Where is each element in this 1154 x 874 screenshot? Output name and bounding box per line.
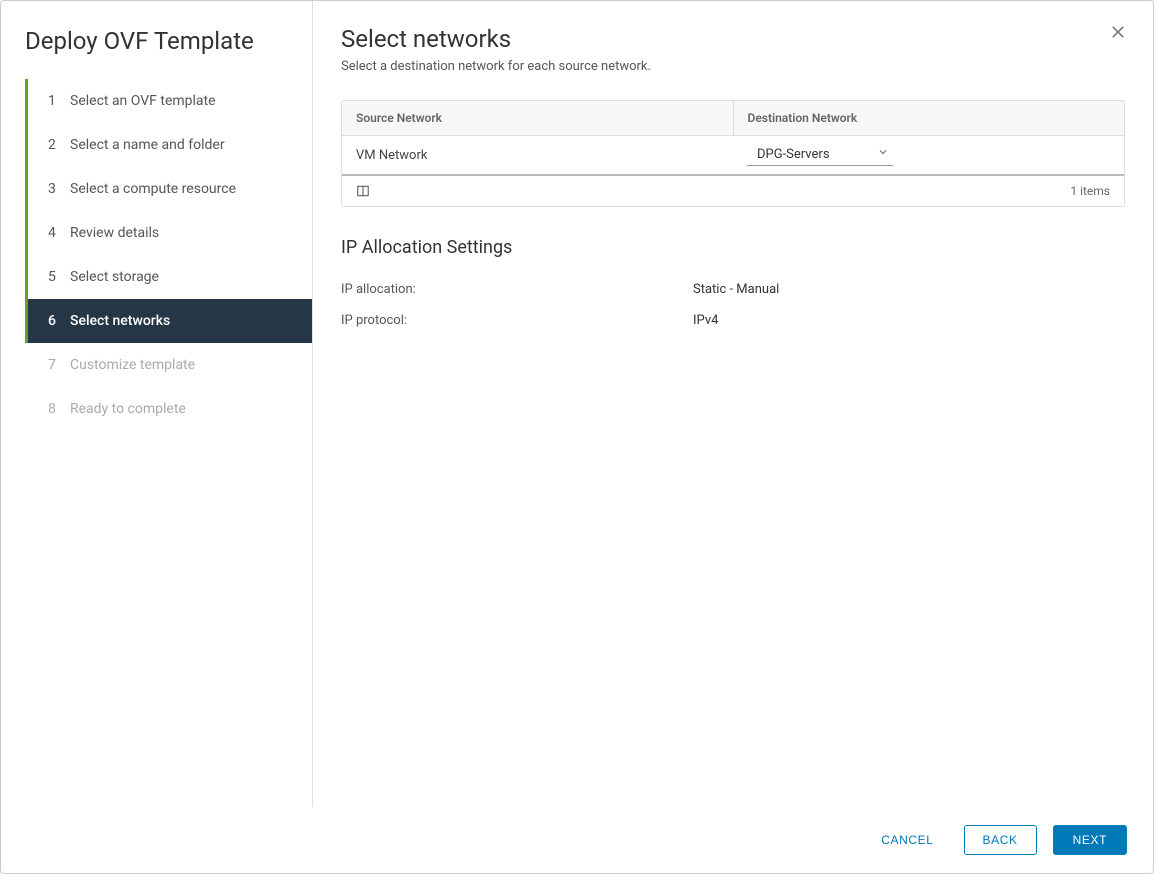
step-select-networks[interactable]: 6 Select networks [25, 299, 312, 343]
destination-network-select[interactable]: DPG-Servers [747, 144, 893, 166]
step-customize-template: 7 Customize template [25, 343, 312, 387]
step-label: Select a name and folder [70, 137, 225, 153]
ip-allocation-row: IP allocation: Static - Manual [341, 274, 1125, 305]
step-label: Select an OVF template [70, 93, 216, 109]
step-select-ovf-template[interactable]: 1 Select an OVF template [25, 79, 312, 123]
select-value: DPG-Servers [757, 147, 830, 162]
ip-allocation-value: Static - Manual [693, 282, 779, 297]
ip-protocol-row: IP protocol: IPv4 [341, 305, 1125, 336]
step-number: 5 [48, 269, 66, 285]
step-select-name-folder[interactable]: 2 Select a name and folder [25, 123, 312, 167]
step-number: 4 [48, 225, 66, 241]
step-label: Review details [70, 225, 159, 241]
step-label: Select storage [70, 269, 159, 285]
wizard-content: Select networks Select a destination net… [313, 1, 1153, 807]
step-number: 3 [48, 181, 66, 197]
header-destination-network: Destination Network [734, 101, 1125, 135]
step-number: 7 [48, 357, 66, 373]
ip-allocation-label: IP allocation: [341, 282, 693, 297]
page-subtitle: Select a destination network for each so… [341, 59, 1125, 74]
table-footer: 1 items [342, 176, 1124, 206]
step-label: Select a compute resource [70, 181, 236, 197]
cancel-button[interactable]: CANCEL [867, 825, 947, 855]
step-review-details[interactable]: 4 Review details [25, 211, 312, 255]
ip-protocol-value: IPv4 [693, 313, 718, 328]
item-count: 1 items [1070, 184, 1110, 198]
step-label: Customize template [70, 357, 195, 373]
chevron-down-icon [877, 146, 889, 162]
step-label: Select networks [70, 313, 170, 329]
next-button[interactable]: NEXT [1053, 825, 1127, 855]
step-select-compute-resource[interactable]: 3 Select a compute resource [25, 167, 312, 211]
wizard-sidebar: Deploy OVF Template 1 Select an OVF temp… [1, 1, 313, 807]
ip-settings-title: IP Allocation Settings [341, 237, 1125, 258]
step-ready-to-complete: 8 Ready to complete [25, 387, 312, 431]
destination-network-cell: DPG-Servers [733, 136, 1124, 174]
network-mapping-table: Source Network Destination Network VM Ne… [341, 100, 1125, 207]
header-source-network: Source Network [342, 101, 734, 135]
step-number: 2 [48, 137, 66, 153]
close-icon [1109, 26, 1127, 45]
wizard-footer: CANCEL BACK NEXT [1, 807, 1153, 873]
step-number: 1 [48, 93, 66, 109]
table-row: VM Network DPG-Servers [342, 136, 1124, 176]
table-header: Source Network Destination Network [342, 101, 1124, 136]
back-button[interactable]: BACK [964, 825, 1037, 855]
columns-icon[interactable] [356, 184, 370, 198]
source-network-cell: VM Network [342, 136, 733, 174]
step-number: 8 [48, 401, 66, 417]
page-title: Select networks [341, 25, 1125, 53]
step-number: 6 [48, 313, 66, 329]
wizard-title: Deploy OVF Template [1, 11, 312, 79]
wizard-steps: 1 Select an OVF template 2 Select a name… [1, 79, 312, 431]
deploy-ovf-dialog: Deploy OVF Template 1 Select an OVF temp… [0, 0, 1154, 874]
ip-protocol-label: IP protocol: [341, 313, 693, 328]
step-label: Ready to complete [70, 401, 186, 417]
step-select-storage[interactable]: 5 Select storage [25, 255, 312, 299]
close-button[interactable] [1109, 23, 1127, 45]
